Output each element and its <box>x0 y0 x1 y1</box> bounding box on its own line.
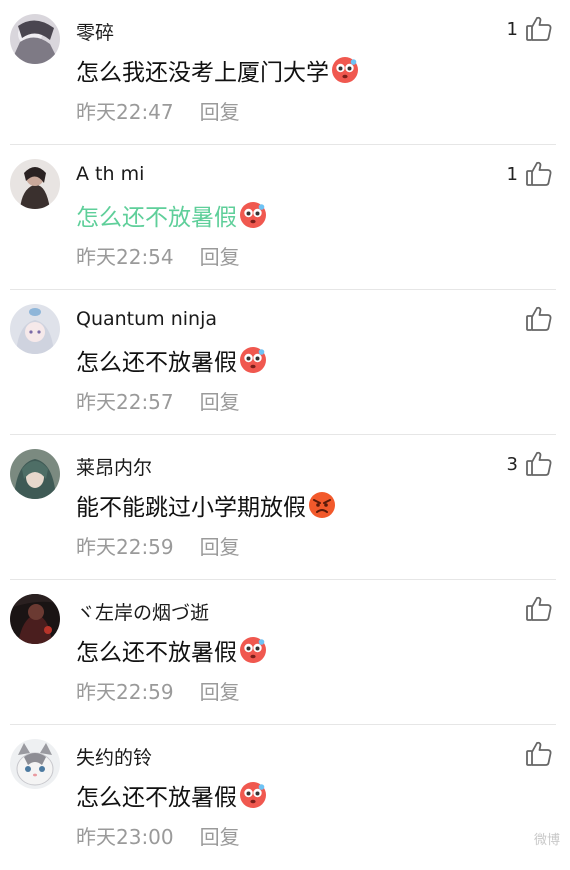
comment-list: 零碎 怎么我还没考上厦门大学 昨天22:47 回复 1 A th mi 怎么还不放… <box>0 0 570 858</box>
comment-meta: 昨天22:59 回复 <box>76 676 240 705</box>
like-control[interactable] <box>518 594 554 624</box>
thumbs-up-icon[interactable] <box>524 594 554 624</box>
comment-body: 怎么还不放暑假 <box>76 640 237 666</box>
flushed-emoji-icon <box>239 781 267 809</box>
like-count: 1 <box>506 163 518 185</box>
flushed-emoji-icon <box>239 201 267 229</box>
comment-meta: 昨天22:59 回复 <box>76 531 240 560</box>
avatar[interactable] <box>10 14 60 64</box>
flushed-emoji-icon <box>239 346 267 374</box>
comment-text: 怎么还不放暑假 <box>76 198 267 232</box>
avatar[interactable] <box>10 304 60 354</box>
reply-button[interactable]: 回复 <box>200 535 240 559</box>
avatar[interactable] <box>10 449 60 499</box>
like-control[interactable]: 1 <box>507 14 554 44</box>
comment-meta: 昨天23:00 回复 <box>76 821 240 850</box>
comment-item: 零碎 怎么我还没考上厦门大学 昨天22:47 回复 1 <box>0 0 570 145</box>
username[interactable]: 莱昂内尔 <box>76 453 152 480</box>
comment-meta: 昨天22:54 回复 <box>76 241 240 270</box>
like-control[interactable]: 3 <box>507 449 554 479</box>
username[interactable]: 失约的铃 <box>76 743 152 770</box>
comment-body: 怎么还不放暑假 <box>76 205 237 231</box>
comment-item: Quantum ninja 怎么还不放暑假 昨天22:57 回复 <box>0 290 570 435</box>
like-control[interactable] <box>518 739 554 769</box>
timestamp: 昨天22:59 <box>76 680 174 704</box>
comment-text: 怎么还不放暑假 <box>76 343 267 377</box>
username[interactable]: Quantum ninja <box>76 308 217 330</box>
username[interactable]: 零碎 <box>76 18 114 45</box>
like-control[interactable]: 1 <box>507 159 554 189</box>
comment-body: 怎么还不放暑假 <box>76 350 237 376</box>
comment-item: 莱昂内尔 能不能跳过小学期放假 昨天22:59 回复 3 <box>0 435 570 580</box>
comment-body: 怎么我还没考上厦门大学 <box>76 60 329 86</box>
flushed-emoji-icon <box>239 636 267 664</box>
avatar[interactable] <box>10 739 60 789</box>
username[interactable]: ヾ左岸の烟づ逝 <box>76 598 209 625</box>
like-count: 3 <box>506 453 518 475</box>
comment-text: 怎么还不放暑假 <box>76 778 267 812</box>
reply-button[interactable]: 回复 <box>200 825 240 849</box>
timestamp: 昨天22:59 <box>76 535 174 559</box>
angry-emoji-icon <box>308 491 336 519</box>
thumbs-up-icon[interactable] <box>524 304 554 334</box>
comment-body: 能不能跳过小学期放假 <box>76 495 306 521</box>
comment-item: ヾ左岸の烟づ逝 怎么还不放暑假 昨天22:59 回复 <box>0 580 570 725</box>
reply-button[interactable]: 回复 <box>200 390 240 414</box>
like-control[interactable] <box>518 304 554 334</box>
comment-text: 能不能跳过小学期放假 <box>76 488 336 522</box>
comment-text: 怎么我还没考上厦门大学 <box>76 53 359 87</box>
comment-body: 怎么还不放暑假 <box>76 785 237 811</box>
comment-meta: 昨天22:57 回复 <box>76 386 240 415</box>
thumbs-up-icon[interactable] <box>524 14 554 44</box>
watermark: 微博 <box>533 832 560 847</box>
flushed-emoji-icon <box>331 56 359 84</box>
comment-item: 失约的铃 怎么还不放暑假 昨天23:00 回复 <box>0 725 570 870</box>
comment-meta: 昨天22:47 回复 <box>76 96 240 125</box>
avatar[interactable] <box>10 159 60 209</box>
timestamp: 昨天22:54 <box>76 245 174 269</box>
timestamp: 昨天23:00 <box>76 825 174 849</box>
thumbs-up-icon[interactable] <box>524 449 554 479</box>
avatar[interactable] <box>10 594 60 644</box>
timestamp: 昨天22:47 <box>76 100 174 124</box>
timestamp: 昨天22:57 <box>76 390 174 414</box>
comment-text: 怎么还不放暑假 <box>76 633 267 667</box>
username[interactable]: A th mi <box>76 163 144 185</box>
thumbs-up-icon[interactable] <box>524 159 554 189</box>
comment-item: A th mi 怎么还不放暑假 昨天22:54 回复 1 <box>0 145 570 290</box>
reply-button[interactable]: 回复 <box>200 680 240 704</box>
thumbs-up-icon[interactable] <box>524 739 554 769</box>
reply-button[interactable]: 回复 <box>200 245 240 269</box>
reply-button[interactable]: 回复 <box>200 100 240 124</box>
like-count: 1 <box>506 18 518 40</box>
